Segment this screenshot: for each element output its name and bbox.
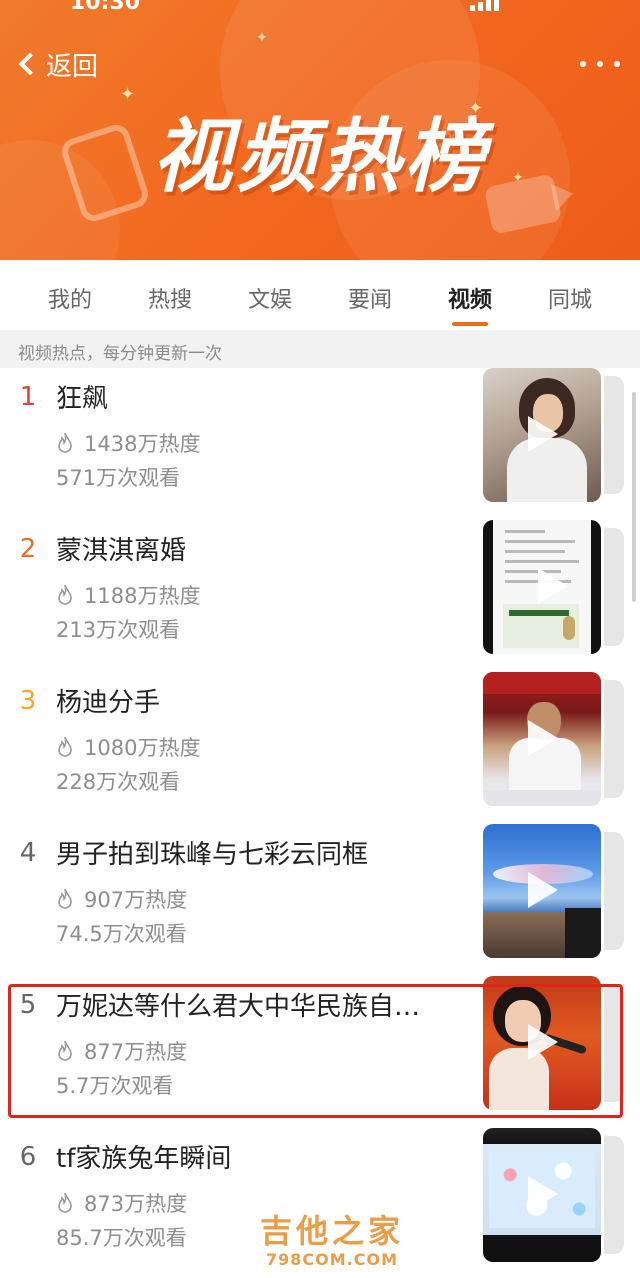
back-button[interactable]: 返回 bbox=[14, 44, 98, 84]
rank-number: 5 bbox=[19, 990, 37, 1020]
thumbnail-edge bbox=[604, 1136, 624, 1254]
list-item[interactable]: 3 杨迪分手 1080万热度 228万次观看 bbox=[0, 672, 640, 824]
view-count: 5.7万次观看 bbox=[56, 1074, 174, 1098]
play-icon bbox=[528, 1176, 560, 1212]
play-icon bbox=[528, 1024, 560, 1060]
view-count: 228万次观看 bbox=[56, 770, 181, 794]
list-subheader: 视频热点，每分钟更新一次 bbox=[0, 330, 640, 368]
dot-icon bbox=[597, 61, 603, 67]
tab-video[interactable]: 视频 bbox=[420, 260, 520, 330]
rank-number: 6 bbox=[19, 1142, 37, 1172]
heat-row: 1438万热度 bbox=[56, 428, 200, 458]
thumbnail-edge bbox=[604, 376, 624, 494]
heat-value: 1188万热度 bbox=[84, 584, 201, 608]
flame-icon bbox=[58, 1040, 72, 1061]
watermark: 吉他之家 798COM.COM bbox=[252, 1206, 412, 1269]
thumbnail-edge bbox=[604, 680, 624, 798]
dot-icon bbox=[614, 61, 620, 67]
heat-value: 877万热度 bbox=[84, 1040, 188, 1064]
video-thumbnail[interactable] bbox=[483, 672, 601, 806]
view-count: 213万次观看 bbox=[56, 618, 181, 642]
video-thumbnail[interactable] bbox=[483, 520, 601, 654]
tab-mine[interactable]: 我的 bbox=[20, 260, 120, 330]
item-title: 蒙淇淇离婚 bbox=[56, 536, 187, 566]
heat-row: 1080万热度 bbox=[56, 732, 200, 762]
status-time: 10:30 bbox=[70, 0, 141, 15]
flame-icon bbox=[58, 888, 72, 909]
scrollbar[interactable] bbox=[632, 392, 636, 602]
chevron-left-icon bbox=[18, 52, 42, 76]
video-thumbnail[interactable] bbox=[483, 1128, 601, 1262]
watermark-url: 798COM.COM bbox=[265, 1250, 398, 1269]
video-thumbnail[interactable] bbox=[483, 368, 601, 502]
heat-value: 873万热度 bbox=[84, 1192, 188, 1216]
flame-icon bbox=[58, 584, 72, 605]
signal-icon bbox=[470, 0, 510, 11]
thumbnail-edge bbox=[604, 832, 624, 950]
back-label: 返回 bbox=[46, 51, 99, 82]
item-title: 狂飙 bbox=[56, 384, 109, 414]
flame-icon bbox=[58, 1192, 72, 1213]
tab-entertainment[interactable]: 文娱 bbox=[220, 260, 320, 330]
heat-row: 907万热度 bbox=[56, 884, 187, 914]
rank-number: 4 bbox=[19, 838, 37, 868]
heat-value: 907万热度 bbox=[84, 888, 188, 912]
thumbnail-edge bbox=[604, 528, 624, 646]
tab-bar: 我的 热搜 文娱 要闻 视频 同城 bbox=[0, 260, 640, 330]
play-icon bbox=[528, 720, 560, 756]
rank-number: 2 bbox=[19, 534, 37, 564]
watermark-text: 吉他之家 bbox=[259, 1212, 404, 1250]
item-title: 万妮达等什么君大中华民族自… bbox=[56, 992, 421, 1022]
item-title: 杨迪分手 bbox=[56, 688, 161, 718]
sparkle-icon: ✦ bbox=[512, 170, 524, 186]
rank-number: 3 bbox=[19, 686, 37, 716]
play-icon bbox=[528, 872, 560, 908]
tab-hot-search[interactable]: 热搜 bbox=[120, 260, 220, 330]
tab-news[interactable]: 要闻 bbox=[320, 260, 420, 330]
rank-number: 1 bbox=[19, 382, 37, 412]
view-count: 571万次观看 bbox=[56, 466, 181, 490]
list-item[interactable]: 4 男子拍到珠峰与七彩云同框 907万热度 74.5万次观看 bbox=[0, 824, 640, 976]
video-thumbnail[interactable] bbox=[483, 824, 601, 958]
sparkle-icon: ✦ bbox=[256, 30, 268, 46]
play-icon bbox=[538, 568, 570, 604]
flame-icon bbox=[58, 736, 72, 757]
header-banner: ✦ ✦ ✦ ✦ 10:30 返回 视频热榜 bbox=[0, 0, 640, 260]
tab-local[interactable]: 同城 bbox=[520, 260, 620, 330]
heat-row: 877万热度 bbox=[56, 1036, 187, 1066]
more-options-button[interactable] bbox=[580, 52, 620, 76]
list-item[interactable]: 1 狂飙 1438万热度 571万次观看 bbox=[0, 368, 640, 520]
flame-icon bbox=[58, 432, 72, 453]
heat-value: 1438万热度 bbox=[84, 432, 201, 456]
item-title: 男子拍到珠峰与七彩云同框 bbox=[56, 840, 369, 870]
video-thumbnail[interactable] bbox=[483, 976, 601, 1110]
view-count: 85.7万次观看 bbox=[56, 1226, 187, 1250]
subheader-text: 视频热点，每分钟更新一次 bbox=[18, 344, 222, 364]
thumbnail-edge bbox=[604, 984, 624, 1102]
heat-row: 1188万热度 bbox=[56, 580, 200, 610]
item-title: tf家族兔年瞬间 bbox=[56, 1144, 232, 1174]
play-icon bbox=[528, 416, 560, 452]
list-item[interactable]: 2 蒙淇淇离婚 1188万热度 213万次观看 bbox=[0, 520, 640, 672]
status-bar: 10:30 bbox=[0, 0, 640, 15]
dot-icon bbox=[580, 61, 586, 67]
view-count: 74.5万次观看 bbox=[56, 922, 187, 946]
heat-value: 1080万热度 bbox=[84, 736, 201, 760]
heat-row: 873万热度 bbox=[56, 1188, 187, 1218]
page-title: 视频热榜 bbox=[152, 110, 488, 203]
list-item[interactable]: 5 万妮达等什么君大中华民族自… 877万热度 5.7万次观看 bbox=[0, 976, 640, 1128]
